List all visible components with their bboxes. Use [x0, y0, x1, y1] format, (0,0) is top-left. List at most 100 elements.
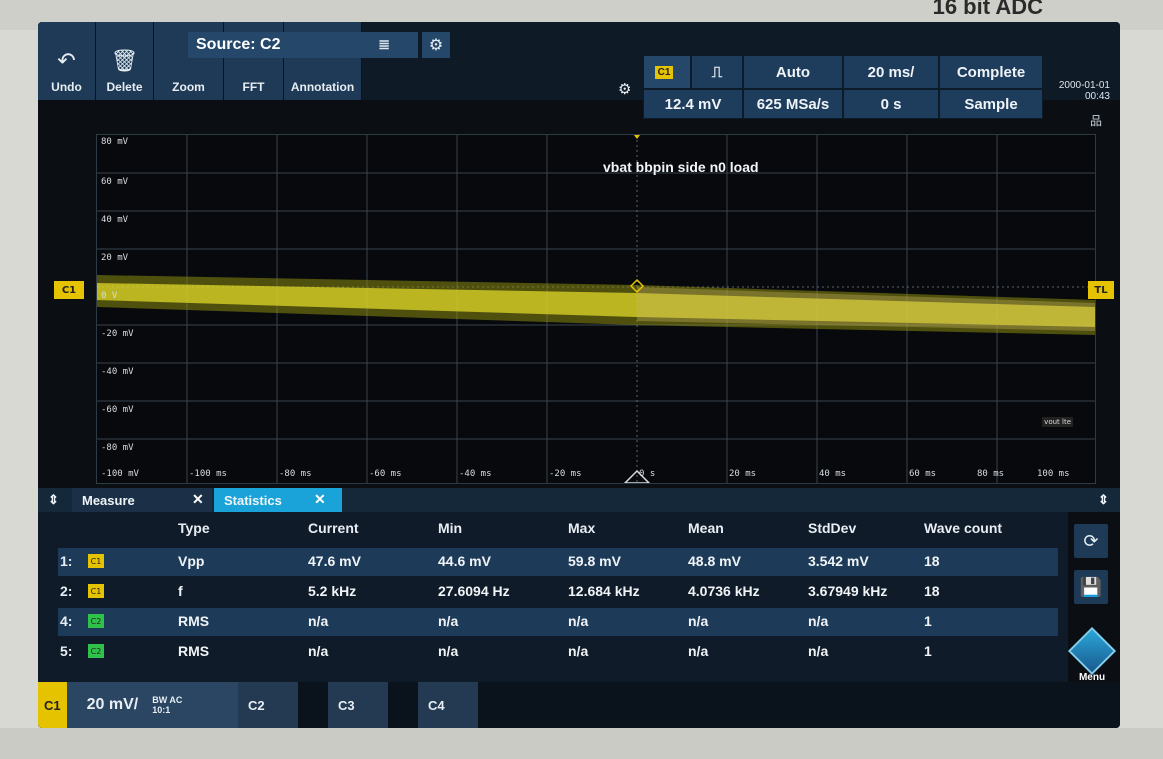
- cell-min: 27.6094 Hz: [438, 583, 510, 599]
- y-label-m100: -100 mV: [101, 469, 139, 479]
- table-row[interactable]: 2: C1 f 5.2 kHz 27.6094 Hz 12.684 kHz 4.…: [58, 578, 1058, 606]
- cell-current: 5.2 kHz: [308, 583, 357, 599]
- brand-label: 16 bit ADC: [932, 0, 1043, 19]
- cell-count: 18: [924, 553, 940, 569]
- channel4-label: C4: [428, 697, 445, 713]
- waveform-annotation[interactable]: vbat bbpin side n0 load: [603, 159, 759, 175]
- cell-mean: 48.8 mV: [688, 553, 741, 569]
- cell-type: RMS: [178, 643, 210, 659]
- trigger-mode-value: Auto: [775, 63, 811, 81]
- cell-stddev: n/a: [808, 613, 829, 629]
- panel-resize-icon[interactable]: ⇕: [38, 488, 68, 512]
- waveform-display[interactable]: 80 mV 60 mV 40 mV 20 mV 0 V -20 mV -40 m…: [96, 134, 1096, 484]
- channel3-tab[interactable]: C3: [328, 682, 388, 728]
- undo-button[interactable]: ↶ Undo: [38, 22, 96, 100]
- undo-icon: ↶: [57, 48, 76, 73]
- x-label-60: 60 ms: [909, 469, 937, 479]
- cell-stddev: n/a: [808, 643, 829, 659]
- cell-count: 1: [924, 613, 932, 629]
- trigger-edge[interactable]: ⎍: [691, 55, 743, 89]
- channel1-coupling: BW AC 10:1: [152, 695, 182, 715]
- timebase[interactable]: 20 ms/: [843, 55, 939, 89]
- cell-min: n/a: [438, 643, 459, 659]
- channel-badge: C2: [88, 644, 104, 658]
- time-text: 00:43: [1084, 91, 1110, 102]
- save-icon: 💾: [1079, 576, 1103, 598]
- undo-label: Undo: [51, 80, 82, 94]
- cell-max: 59.8 mV: [568, 553, 621, 569]
- cell-stddev: 3.542 mV: [808, 553, 869, 569]
- tab-statistics-label: Statistics: [224, 492, 282, 508]
- cell-current: n/a: [308, 613, 329, 629]
- delete-label: Delete: [106, 80, 143, 94]
- col-wave-count: Wave count: [924, 520, 1003, 536]
- reset-statistics-button[interactable]: ⟳: [1074, 524, 1108, 558]
- table-row[interactable]: 5: C2 RMS n/a n/a n/a n/a n/a 1: [58, 638, 1058, 666]
- sample-rate[interactable]: 625 MSa/s: [743, 89, 843, 119]
- time-offset-value: 0 s: [880, 95, 902, 113]
- result-panel-tabs: ⇕ Measure ✕ Statistics ✕ ⇕: [38, 488, 1120, 512]
- cell-min: 44.6 mV: [438, 553, 491, 569]
- x-label-m80: -80 ms: [279, 469, 312, 479]
- status-value: Complete: [956, 63, 1026, 81]
- cell-count: 18: [924, 583, 940, 599]
- acquisition-status[interactable]: Complete: [939, 55, 1043, 89]
- acquisition-info-panel: C1 ⎍ 12.4 mV Auto 625 MSa/s 20 ms/ 0 s C…: [643, 55, 1043, 125]
- row-index: 4:: [60, 613, 73, 629]
- tab-statistics[interactable]: Statistics ✕: [214, 488, 342, 512]
- save-button[interactable]: 💾: [1074, 570, 1108, 604]
- channel-badge: C1: [88, 554, 104, 568]
- x-label-20: 20 ms: [729, 469, 757, 479]
- acquisition-mode[interactable]: Sample: [939, 89, 1043, 119]
- x-label-100: 100 ms: [1037, 469, 1070, 479]
- cell-mean: n/a: [688, 613, 709, 629]
- trigger-level[interactable]: 12.4 mV: [643, 89, 743, 119]
- cell-type: Vpp: [178, 553, 205, 569]
- trace-label: vout lte: [1042, 417, 1073, 427]
- y-label-m20: -20 mV: [101, 329, 134, 339]
- channel-badge: C1: [88, 584, 104, 598]
- source-selector[interactable]: Source: C2 ≣: [188, 32, 418, 58]
- row-index: 2:: [60, 583, 73, 599]
- close-icon[interactable]: ✕: [192, 491, 204, 508]
- source-label: Source: C2: [196, 36, 281, 53]
- channel-badge: C2: [88, 614, 104, 628]
- trigger-source[interactable]: C1: [643, 55, 691, 89]
- close-icon[interactable]: ✕: [314, 491, 326, 508]
- trigger-channel-badge: C1: [654, 65, 674, 79]
- panel-expand-icon[interactable]: ⇕: [1088, 488, 1112, 512]
- table-row[interactable]: 1: C1 Vpp 47.6 mV 44.6 mV 59.8 mV 48.8 m…: [58, 548, 1058, 576]
- channel1-tab[interactable]: C1 20 mV/ BW AC 10:1: [38, 682, 238, 728]
- settings-gear-icon[interactable]: ⚙: [618, 80, 631, 98]
- cell-stddev: 3.67949 kHz: [808, 583, 888, 599]
- trigger-mode[interactable]: Auto: [743, 55, 843, 89]
- x-label-m100: -100 ms: [189, 469, 227, 479]
- row-index: 5:: [60, 643, 73, 659]
- delete-button[interactable]: 🗑 Delete: [96, 22, 154, 100]
- table-row[interactable]: 4: C2 RMS n/a n/a n/a n/a n/a 1: [58, 608, 1058, 636]
- gear-icon[interactable]: ⚙: [422, 32, 450, 58]
- cell-mean: n/a: [688, 643, 709, 659]
- x-label-m20: -20 ms: [549, 469, 582, 479]
- tab-measure[interactable]: Measure ✕: [72, 488, 212, 512]
- network-icon: 品: [1089, 114, 1102, 128]
- tab-measure-label: Measure: [82, 492, 135, 508]
- scope-screen: ↶ Undo 🗑 Delete Zoom FFT Annotation Sour…: [38, 22, 1120, 728]
- y-label-0: 0 V: [101, 291, 118, 301]
- channel1-offset-marker[interactable]: C1: [54, 281, 84, 299]
- date-time: 2000-01-01 00:43: [1059, 80, 1110, 102]
- channel4-tab[interactable]: C4: [418, 682, 478, 728]
- x-label-0: 0 s: [639, 469, 656, 479]
- sample-rate-value: 625 MSa/s: [756, 95, 830, 113]
- probe-ratio: 10:1: [152, 705, 171, 715]
- channel-bar: C1 20 mV/ BW AC 10:1 C2 C3 C4: [38, 682, 1120, 728]
- refresh-icon: ⟳: [1083, 530, 1099, 552]
- trigger-level-marker[interactable]: TL: [1088, 281, 1114, 299]
- list-icon: ≣: [378, 36, 390, 52]
- col-stddev: StdDev: [808, 520, 857, 536]
- channel2-tab[interactable]: C2: [238, 682, 298, 728]
- time-offset[interactable]: 0 s: [843, 89, 939, 119]
- col-min: Min: [438, 520, 463, 536]
- channel1-scale: 20 mV/: [86, 696, 139, 713]
- col-max: Max: [568, 520, 596, 536]
